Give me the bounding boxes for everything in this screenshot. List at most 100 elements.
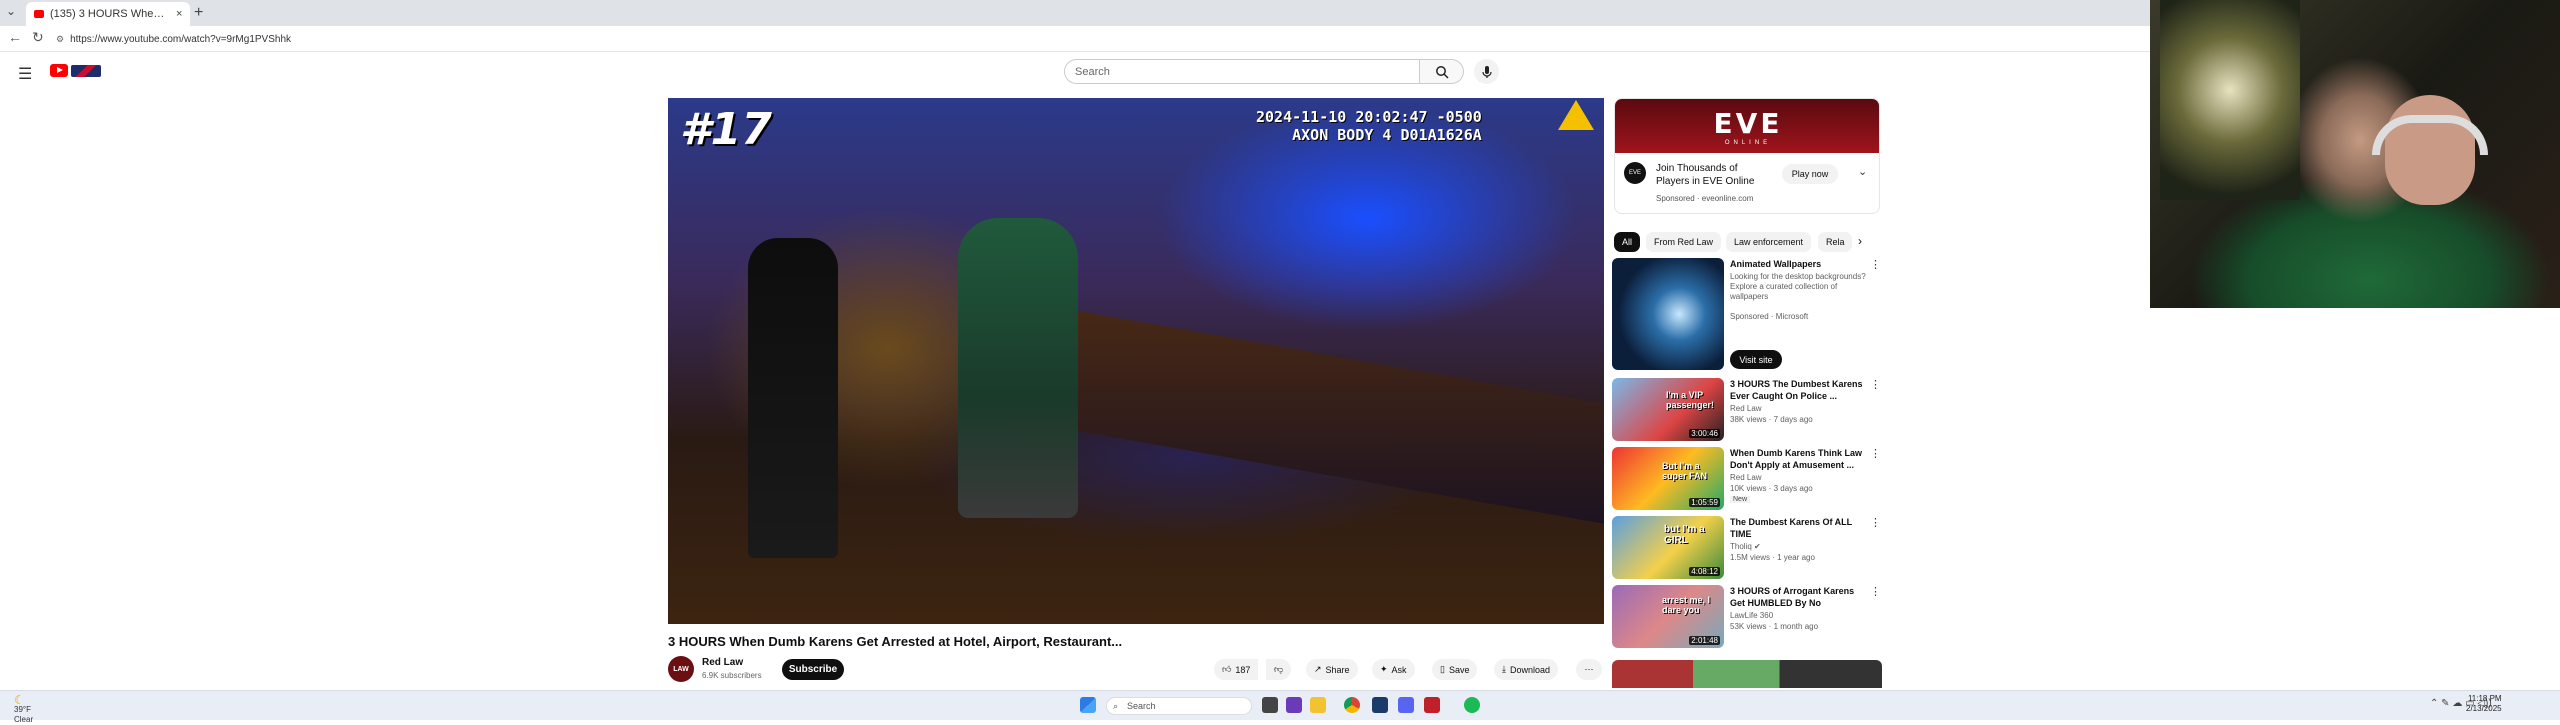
taskbar-search-label: Search bbox=[1127, 701, 1156, 711]
search-button[interactable] bbox=[1420, 59, 1464, 84]
channel-avatar[interactable]: LAW bbox=[668, 656, 694, 682]
youtube-logo[interactable] bbox=[50, 64, 101, 77]
thumbnail-text: I'm a VIP passenger! bbox=[1666, 390, 1715, 410]
overlay-timestamp-text: 2024-11-10 20:02:47 -0500 bbox=[1256, 108, 1482, 126]
list-item[interactable]: I'm a VIP passenger! 3:00:46 3 HOURS The… bbox=[1612, 378, 1882, 444]
weather-widget[interactable]: ☾ 39°F Clear bbox=[14, 694, 34, 725]
video-player[interactable] bbox=[668, 98, 1604, 624]
dislike-button[interactable]: 👎︎ bbox=[1266, 659, 1292, 680]
ad-sponsored: Sponsored · eveonline.com bbox=[1656, 194, 1754, 203]
tab-menu-icon[interactable]: ⌄ bbox=[6, 4, 16, 18]
tab-close-icon[interactable]: × bbox=[176, 8, 182, 20]
video-person bbox=[958, 218, 1078, 518]
spotify-icon[interactable] bbox=[1464, 697, 1480, 713]
thumbnail-text: but I'm a GIRL bbox=[1664, 524, 1705, 546]
thumbnail-text: But I'm a super FAN bbox=[1662, 461, 1708, 481]
url-text: https://www.youtube.com/watch?v=9rMg1PVS… bbox=[70, 34, 292, 45]
app-icon[interactable] bbox=[1424, 697, 1440, 713]
voice-search-button[interactable] bbox=[1474, 59, 1499, 84]
new-badge: New bbox=[1730, 496, 1751, 503]
channel-name[interactable]: LawLife 360 bbox=[1730, 611, 1773, 620]
download-icon: ⤓ bbox=[1502, 664, 1506, 674]
subscribe-button[interactable]: Subscribe bbox=[782, 659, 844, 680]
chevron-right-icon[interactable]: › bbox=[1858, 234, 1862, 248]
like-button[interactable]: 👍︎ 187 bbox=[1214, 659, 1259, 680]
more-icon[interactable]: ⋮ bbox=[1870, 447, 1881, 460]
ask-label: Ask bbox=[1391, 664, 1407, 675]
list-item[interactable]: But I'm a super FAN 1:05:59 When Dumb Ka… bbox=[1612, 447, 1882, 513]
channel-name[interactable]: Tholiq ✔ bbox=[1730, 542, 1761, 551]
task-view-icon[interactable] bbox=[1262, 697, 1278, 713]
video-thumbnail: arrest me, I dare you 2:01:48 bbox=[1612, 585, 1724, 648]
taskbar-search-icon: ⌕ bbox=[1113, 700, 1119, 711]
video-officer bbox=[748, 238, 838, 558]
thumbs-up-icon: 👍︎ bbox=[1222, 664, 1232, 674]
share-icon: ↗ bbox=[1314, 664, 1322, 674]
discord-icon[interactable] bbox=[1398, 697, 1414, 713]
app-icon[interactable] bbox=[1372, 697, 1388, 713]
browser-tab[interactable]: (135) 3 HOURS When Dumb... × bbox=[26, 2, 190, 26]
taskbar-search[interactable]: ⌕ Search bbox=[1106, 697, 1252, 715]
share-button[interactable]: ↗ Share bbox=[1306, 659, 1358, 680]
ad-brand-sub: ONLINE bbox=[1724, 139, 1772, 146]
more-icon[interactable]: ⋮ bbox=[1870, 258, 1881, 271]
microphone-icon bbox=[1481, 65, 1492, 78]
save-label: Save bbox=[1448, 664, 1470, 675]
clock[interactable]: 11:18 PM 2/13/2025 bbox=[2466, 694, 2502, 714]
file-explorer-icon[interactable] bbox=[1310, 697, 1326, 713]
channel-name[interactable]: Red Law bbox=[1730, 473, 1762, 482]
video-title: 3 HOURS The Dumbest Karens Ever Caught O… bbox=[1730, 379, 1863, 401]
chrome-icon[interactable] bbox=[1344, 697, 1360, 713]
url-field[interactable]: ⚙ https://www.youtube.com/watch?v=9rMg1P… bbox=[56, 31, 1556, 48]
back-icon[interactable]: ← bbox=[8, 29, 22, 45]
duration-badge: 4:08:12 bbox=[1689, 567, 1720, 576]
more-actions-button[interactable]: ⋯ bbox=[1576, 659, 1602, 680]
ad-brand: EVE bbox=[1713, 106, 1783, 140]
save-button[interactable]: ▯ Save bbox=[1432, 659, 1478, 680]
menu-icon[interactable]: ☰ bbox=[18, 64, 32, 84]
video-title: The Dumbest Karens Of ALL TIME bbox=[1730, 517, 1853, 539]
more-icon[interactable]: ⋮ bbox=[1870, 585, 1881, 598]
video-title: 3 HOURS of Arrogant Karens Get HUMBLED B… bbox=[1730, 586, 1855, 608]
channel-name[interactable]: Red Law bbox=[1730, 404, 1762, 413]
share-label: Share bbox=[1325, 664, 1350, 675]
visit-site-button[interactable]: Visit site bbox=[1730, 350, 1782, 369]
windows-start-icon[interactable] bbox=[1080, 697, 1096, 713]
sidebar-ad-sponsored: Sponsored · Microsoft bbox=[1730, 312, 1809, 321]
more-icon[interactable]: ⋮ bbox=[1870, 378, 1881, 391]
wall-art bbox=[2160, 0, 2300, 200]
site-info-icon[interactable]: ⚙ bbox=[56, 34, 64, 45]
chevron-down-icon[interactable]: ⌄ bbox=[1858, 165, 1867, 178]
youtube-favicon-icon bbox=[34, 10, 44, 18]
chip-from-channel[interactable]: From Red Law bbox=[1646, 232, 1722, 252]
video-meta: 10K views · 3 days ago bbox=[1730, 484, 1813, 493]
new-tab-button[interactable]: + bbox=[194, 4, 203, 22]
chip-related[interactable]: Rela bbox=[1818, 232, 1852, 252]
ad-logo: EVE bbox=[1624, 162, 1646, 184]
search-input[interactable]: Search bbox=[1064, 59, 1420, 84]
video-meta: 53K views · 1 month ago bbox=[1730, 622, 1819, 631]
video-thumbnail: but I'm a GIRL 4:08:12 bbox=[1612, 516, 1724, 579]
sidebar-ad-title: Animated Wallpapers bbox=[1730, 259, 1822, 269]
ad-banner: EVE ONLINE bbox=[1615, 99, 1879, 153]
duration-badge: 3:00:46 bbox=[1689, 429, 1720, 438]
chip-law-enforcement[interactable]: Law enforcement bbox=[1726, 232, 1812, 252]
chip-all[interactable]: All bbox=[1614, 232, 1641, 252]
weather-desc: Clear bbox=[14, 715, 34, 724]
app-icon[interactable] bbox=[1286, 697, 1302, 713]
video-title: When Dumb Karens Think Law Don't Apply a… bbox=[1730, 448, 1863, 470]
reload-icon[interactable]: ↻ bbox=[32, 29, 44, 46]
download-button[interactable]: ⤓ Download bbox=[1494, 659, 1559, 680]
list-item[interactable]: arrest me, I dare you 2:01:48 3 HOURS of… bbox=[1612, 585, 1882, 651]
channel-name[interactable]: Red Law bbox=[702, 657, 743, 668]
sidebar-ad-desc: Looking for the desktop backgrounds? Exp… bbox=[1730, 272, 1866, 301]
video-overlay-timestamp: 2024-11-10 20:02:47 -0500 AXON BODY 4 D0… bbox=[1256, 108, 1482, 144]
ad-play-now-button[interactable]: Play now bbox=[1782, 164, 1838, 184]
like-count: 187 bbox=[1235, 664, 1251, 675]
thumbs-down-icon: 👎︎ bbox=[1274, 664, 1284, 674]
ask-button[interactable]: ✦ Ask bbox=[1372, 659, 1415, 680]
more-icon[interactable]: ⋮ bbox=[1870, 516, 1881, 529]
sidebar-ad-thumbnail bbox=[1612, 258, 1724, 370]
list-item[interactable]: but I'm a GIRL 4:08:12 The Dumbest Karen… bbox=[1612, 516, 1882, 582]
next-recommendation-thumbnail[interactable] bbox=[1612, 660, 1882, 688]
